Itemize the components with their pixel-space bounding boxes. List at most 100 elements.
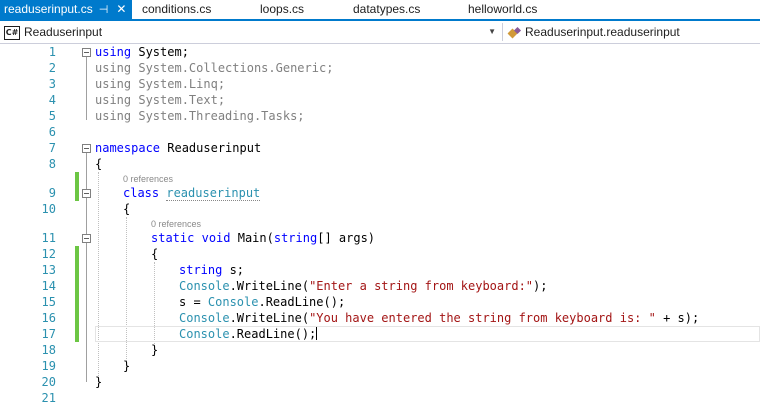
code-line: } — [151, 343, 159, 357]
code-text: .WriteLine( — [229, 311, 310, 325]
code-line: class readuserinput — [123, 185, 261, 201]
string-literal: "Enter a string from keyboard:" — [309, 279, 534, 293]
code-text: Readuserinput — [160, 141, 262, 155]
line-number: 18 — [41, 343, 56, 357]
code-line: Console.WriteLine("You have entered the … — [179, 310, 699, 326]
code-text: .ReadLine(); — [258, 295, 346, 309]
code-line: Console.WriteLine("Enter a string from k… — [179, 278, 547, 294]
code-line: { — [151, 247, 159, 261]
tab-label: loops.cs — [260, 2, 305, 16]
member-dropdown[interactable]: Readuserinput.readuserinput — [506, 23, 760, 41]
type-name: Console — [207, 295, 259, 309]
keyword: static — [151, 231, 195, 245]
class-name: readuserinput — [166, 186, 261, 201]
project-name: Readuserinput — [24, 25, 103, 39]
code-line: static void Main(string[] args) — [151, 230, 375, 246]
line-number: 7 — [48, 141, 56, 155]
tab-loops-cs[interactable]: loops.cs — [260, 0, 304, 19]
csharp-project-icon: C# — [4, 25, 20, 40]
tab-conditions-cs[interactable]: conditions.cs — [142, 0, 211, 19]
line-number: 2 — [48, 61, 56, 75]
code-text: .ReadLine(); — [229, 327, 317, 341]
line-number: 3 — [48, 77, 56, 91]
navigation-bar: C# Readuserinput ▼ Readuserinput.readuser… — [0, 21, 760, 44]
code-line: using System.Threading.Tasks; — [95, 109, 305, 123]
keyword: namespace — [95, 141, 161, 155]
line-number: 1 — [48, 45, 56, 59]
close-icon[interactable]: ✕ — [116, 0, 126, 19]
line-number: 11 — [41, 231, 56, 245]
code-editor[interactable]: 1 2 3 4 5 6 7 8 9 10 11 12 13 14 15 16 1… — [0, 44, 760, 410]
code-text: + s); — [655, 311, 700, 325]
string-literal: "You have entered the string from keyboa… — [309, 311, 656, 325]
code-text: Main( — [230, 231, 274, 245]
document-tab-strip: readuserinput.cs ⊣ ✕ conditions.cs loops.c… — [0, 0, 760, 21]
code-line: { — [123, 202, 131, 216]
code-text: s; — [222, 263, 245, 277]
chevron-down-icon: ▼ — [488, 27, 496, 36]
code-text: System; — [131, 45, 189, 59]
code-line: Console.ReadLine(); — [179, 326, 318, 342]
outline-guide — [86, 153, 87, 382]
code-lens-references[interactable]: 0 references — [123, 173, 173, 185]
tab-label: datatypes.cs — [353, 2, 421, 16]
line-number: 6 — [48, 125, 56, 139]
code-line: using System; — [95, 44, 189, 60]
code-text: ); — [533, 279, 548, 293]
code-line: using System.Text; — [95, 93, 226, 107]
tab-label: helloworld.cs — [468, 2, 538, 16]
line-number: 4 — [48, 93, 56, 107]
indent-guide — [126, 217, 127, 367]
change-marker — [75, 246, 79, 342]
code-line: } — [123, 359, 131, 373]
line-number: 8 — [48, 157, 56, 171]
line-number: 5 — [48, 109, 56, 123]
line-number: 15 — [41, 295, 56, 309]
code-lens-references[interactable]: 0 references — [151, 218, 201, 230]
type-name: Console — [179, 279, 230, 293]
tab-datatypes-cs[interactable]: datatypes.cs — [353, 0, 420, 19]
keyword: using — [95, 45, 132, 59]
indent-guide — [98, 172, 99, 382]
collapse-icon[interactable] — [82, 189, 91, 198]
keyword: class — [123, 186, 160, 200]
code-text: [] args) — [317, 231, 376, 245]
code-line: string s; — [179, 262, 244, 278]
collapse-icon[interactable] — [82, 234, 91, 243]
line-number: 12 — [41, 247, 56, 261]
project-dropdown[interactable]: C# Readuserinput ▼ — [4, 23, 503, 41]
tab-helloworld-cs[interactable]: helloworld.cs — [468, 0, 537, 19]
collapse-icon[interactable] — [82, 48, 91, 57]
text-caret — [316, 327, 318, 340]
line-number: 10 — [41, 202, 56, 216]
member-name: Readuserinput.readuserinput — [525, 25, 680, 39]
tab-label: readuserinput.cs — [4, 2, 93, 16]
line-number: 17 — [41, 327, 56, 341]
pin-icon[interactable]: ⊣ — [99, 1, 109, 20]
keyword: void — [201, 231, 231, 245]
code-line: using System.Collections.Generic; — [95, 61, 334, 75]
code-text: s = — [179, 295, 208, 309]
line-number: 14 — [41, 279, 56, 293]
line-number: 21 — [41, 391, 56, 405]
tab-label: conditions.cs — [142, 2, 212, 16]
line-number: 9 — [48, 186, 56, 200]
line-number: 16 — [41, 311, 56, 325]
code-line: s = Console.ReadLine(); — [179, 294, 345, 310]
code-line: } — [95, 375, 103, 389]
code-line: { — [95, 157, 103, 171]
keyword: string — [179, 263, 223, 277]
line-number: 13 — [41, 263, 56, 277]
change-marker — [75, 172, 79, 201]
class-member-icon — [508, 27, 522, 39]
code-text: .WriteLine( — [229, 279, 310, 293]
line-number: 20 — [41, 375, 56, 389]
type-name: Console — [179, 327, 230, 341]
code-line: using System.Linq; — [95, 77, 226, 91]
line-number: 19 — [41, 359, 56, 373]
type-name: Console — [179, 311, 230, 325]
collapse-icon[interactable] — [82, 144, 91, 153]
outline-guide — [86, 57, 87, 120]
tab-readuserinput-cs[interactable]: readuserinput.cs ⊣ ✕ — [0, 0, 133, 20]
keyword: string — [273, 231, 318, 245]
